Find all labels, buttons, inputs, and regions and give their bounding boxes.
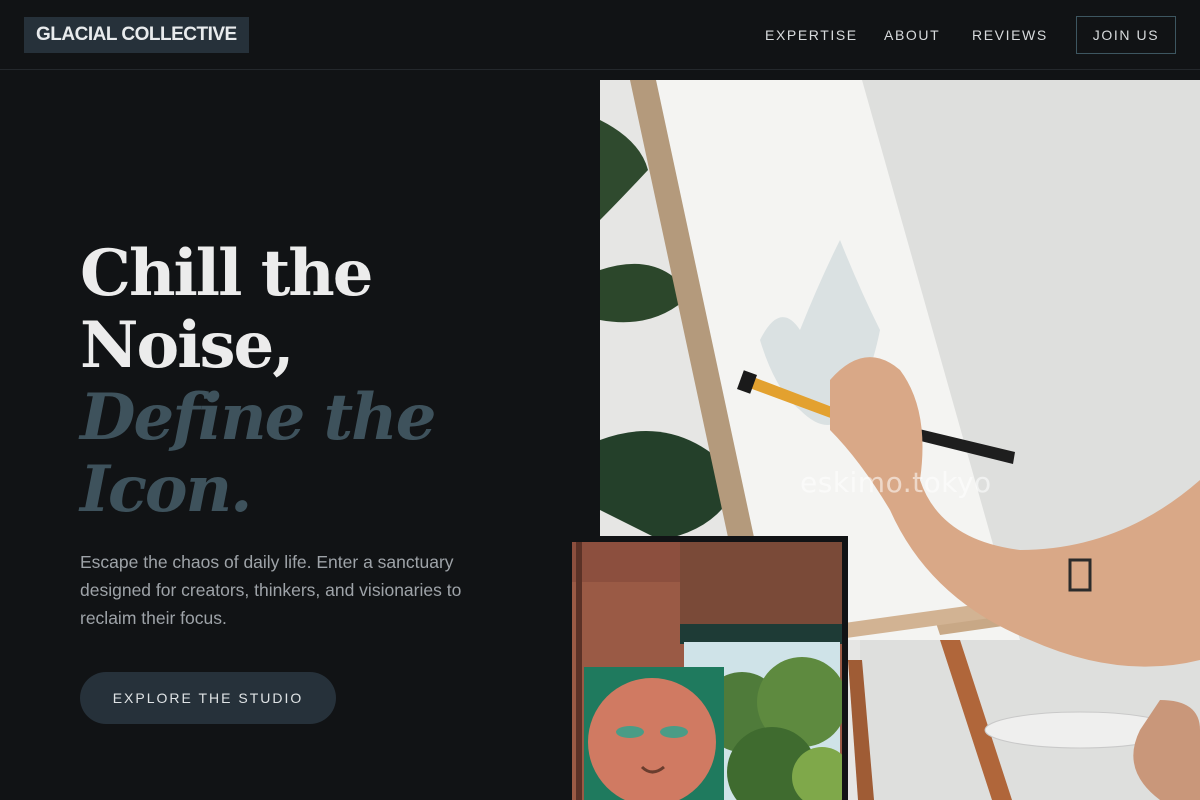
headline-line-3: Define the	[80, 380, 436, 455]
hero-headline: Chill the Noise, Define the Icon.	[80, 238, 560, 526]
photo-watermark: eskimo.tokyo	[800, 466, 992, 499]
explore-studio-button[interactable]: EXPLORE THE STUDIO	[80, 672, 336, 724]
headline-line-1: Chill the	[80, 236, 374, 311]
join-us-button[interactable]: JOIN US	[1076, 16, 1176, 54]
brand-logo[interactable]: GLACIAL COLLECTIVE	[24, 17, 249, 53]
nav-link-reviews[interactable]: REVIEWS	[972, 25, 1048, 45]
hero-subtext: Escape the chaos of daily life. Enter a …	[80, 552, 462, 628]
top-navigation: GLACIAL COLLECTIVE EXPERTISE ABOUT REVIE…	[0, 0, 1200, 70]
nav-link-expertise[interactable]: EXPERTISE	[765, 25, 858, 45]
headline-line-4: Icon.	[80, 452, 252, 527]
inset-mural-photo	[566, 536, 848, 800]
mural-window-illustration	[572, 542, 842, 800]
headline-line-2: Noise,	[80, 308, 295, 383]
nav-link-about[interactable]: ABOUT	[884, 25, 940, 45]
